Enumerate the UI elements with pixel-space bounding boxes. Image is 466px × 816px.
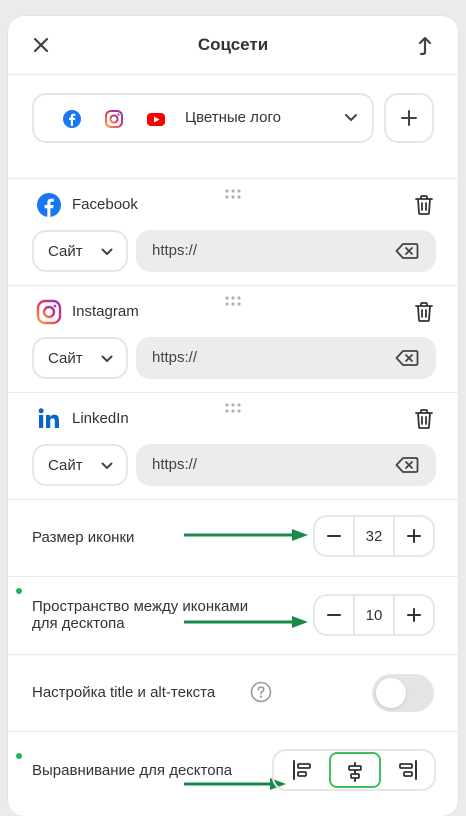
- youtube-icon: [147, 113, 165, 126]
- network-item-instagram: Instagram Сайт https://: [8, 285, 458, 393]
- title-alt-label: Настройка title и alt-текста: [32, 684, 216, 701]
- icon-spacing-stepper[interactable]: 10: [313, 594, 435, 636]
- move-up-icon[interactable]: [414, 34, 434, 56]
- chevron-down-icon: [345, 114, 357, 121]
- url-input[interactable]: https://: [136, 337, 436, 379]
- network-item-facebook: Facebook Сайт https://: [8, 178, 458, 286]
- chevron-down-icon: [101, 462, 113, 469]
- align-center-icon: [348, 762, 362, 782]
- arrow-annotation-icon: [184, 529, 308, 541]
- arrow-annotation-icon: [184, 616, 308, 628]
- network-name: LinkedIn: [72, 410, 129, 427]
- add-network-button[interactable]: [384, 93, 434, 143]
- facebook-icon: [63, 110, 81, 128]
- icon-size-setting: Размер иконки 32: [8, 499, 458, 577]
- link-type-select[interactable]: Сайт: [32, 444, 128, 486]
- link-type-label: Сайт: [48, 457, 83, 474]
- icon-style-label: Цветные лого: [185, 109, 281, 126]
- alignment-button-group: [272, 749, 436, 791]
- increase-button[interactable]: [393, 517, 433, 555]
- network-name: Instagram: [72, 303, 139, 320]
- plus-icon: [407, 529, 421, 543]
- social-settings-panel: Соцсети Цветные лого Facebook Сайт https…: [8, 16, 458, 816]
- icon-size-stepper[interactable]: 32: [313, 515, 435, 557]
- panel-title: Соцсети: [197, 35, 269, 54]
- icon-spacing-setting: Пространство между иконками для десктопа…: [8, 577, 458, 655]
- decrease-button[interactable]: [315, 517, 355, 555]
- chevron-down-icon: [101, 248, 113, 255]
- title-alt-toggle[interactable]: [372, 674, 434, 712]
- help-icon[interactable]: [250, 681, 272, 703]
- trash-icon[interactable]: [414, 301, 434, 323]
- increase-button[interactable]: [393, 596, 433, 634]
- align-left-button[interactable]: [276, 751, 328, 789]
- trash-icon[interactable]: [414, 408, 434, 430]
- minus-icon: [327, 535, 341, 537]
- changed-indicator: [16, 753, 22, 759]
- chevron-down-icon: [101, 355, 113, 362]
- icon-spacing-value: 10: [365, 607, 383, 624]
- link-type-select[interactable]: Сайт: [32, 230, 128, 272]
- url-value: https://: [152, 349, 198, 366]
- panel-header: Соцсети: [8, 16, 458, 75]
- trash-icon[interactable]: [414, 194, 434, 216]
- icon-style-select[interactable]: Цветные лого: [32, 93, 374, 143]
- alignment-setting: Выравнивание для десктопа: [8, 732, 458, 809]
- linkedin-icon: [38, 408, 59, 428]
- drag-handle-icon[interactable]: [224, 402, 242, 414]
- icon-spacing-label-line1: Пространство между иконками: [32, 598, 249, 615]
- network-item-linkedin: LinkedIn Сайт https://: [8, 392, 458, 500]
- link-type-label: Сайт: [48, 243, 83, 260]
- plus-icon: [407, 608, 421, 622]
- url-value: https://: [152, 456, 198, 473]
- link-type-label: Сайт: [48, 350, 83, 367]
- drag-handle-icon[interactable]: [224, 188, 242, 200]
- network-name: Facebook: [72, 196, 138, 213]
- backspace-icon[interactable]: [395, 349, 419, 367]
- icon-size-value: 32: [365, 528, 383, 545]
- icon-style-row: Цветные лого: [8, 74, 458, 179]
- align-right-button[interactable]: [382, 751, 434, 789]
- link-type-select[interactable]: Сайт: [32, 337, 128, 379]
- icon-size-label: Размер иконки: [32, 529, 135, 546]
- url-input[interactable]: https://: [136, 230, 436, 272]
- icon-spacing-label-line2: для десктопа: [32, 615, 125, 632]
- backspace-icon[interactable]: [395, 242, 419, 260]
- title-alt-setting: Настройка title и alt-текста: [8, 654, 458, 732]
- facebook-icon: [37, 193, 61, 217]
- url-value: https://: [152, 242, 198, 259]
- instagram-icon: [36, 299, 62, 325]
- backspace-icon[interactable]: [395, 456, 419, 474]
- instagram-icon: [105, 110, 123, 128]
- plus-icon: [401, 110, 417, 126]
- decrease-button[interactable]: [315, 596, 355, 634]
- changed-indicator: [16, 588, 22, 594]
- align-left-icon: [293, 760, 311, 780]
- align-center-button[interactable]: [329, 752, 381, 788]
- url-input[interactable]: https://: [136, 444, 436, 486]
- minus-icon: [327, 614, 341, 616]
- toggle-knob: [376, 678, 406, 708]
- drag-handle-icon[interactable]: [224, 295, 242, 307]
- align-right-icon: [399, 760, 417, 780]
